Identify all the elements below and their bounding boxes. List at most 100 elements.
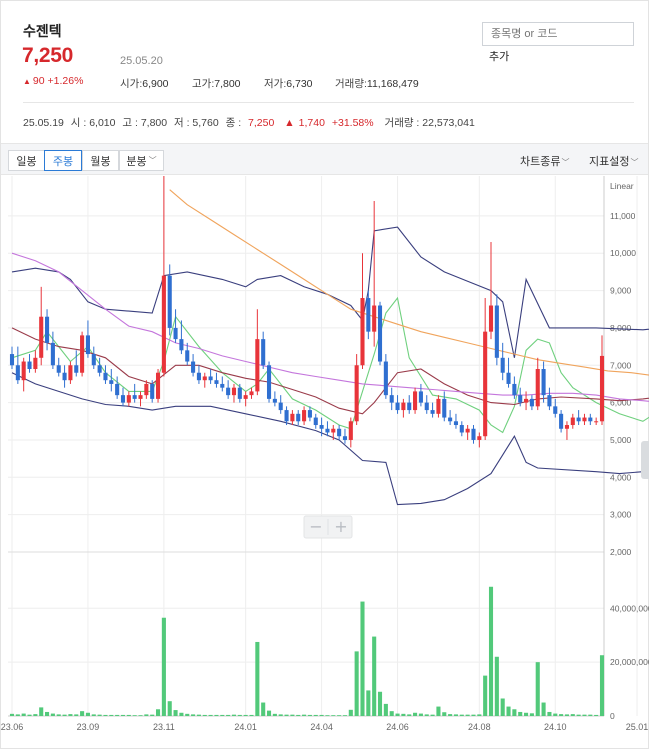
- candle-body: [325, 428, 330, 433]
- quote-date: 25.05.20: [120, 55, 163, 67]
- volume-bar: [325, 715, 330, 716]
- volume-bar: [582, 714, 587, 716]
- candle-body: [442, 398, 447, 418]
- candle-body: [535, 369, 540, 407]
- chevron-down-icon: ﹀: [630, 158, 639, 167]
- candle-body: [74, 365, 79, 373]
- candle-body: [220, 383, 225, 388]
- price-chart[interactable]: 23.06 23.09 23.11 24.01 24.04 24.06 24.08 24.10…: [0, 176, 649, 749]
- volume-bar: [138, 715, 143, 716]
- tab-weekly[interactable]: 주봉: [44, 150, 82, 171]
- candle-body: [91, 354, 96, 366]
- x-tick-label: 23.06: [1, 722, 24, 732]
- side-panel-handle[interactable]: [641, 441, 649, 479]
- tab-monthly[interactable]: 월봉: [82, 150, 119, 171]
- volume-bar: [436, 706, 441, 716]
- tab-daily[interactable]: 일봉: [8, 150, 45, 171]
- candle-body: [231, 387, 237, 396]
- candle-body: [319, 425, 324, 429]
- candle-body: [453, 421, 459, 426]
- volume-bar: [109, 714, 114, 716]
- candle-body: [313, 417, 318, 426]
- candle-body: [524, 398, 529, 403]
- candle-body: [401, 402, 406, 411]
- volume-bar: [103, 714, 108, 716]
- candle-body: [237, 387, 242, 399]
- tab-minute[interactable]: 분봉 ﹀: [119, 150, 164, 171]
- volume-bar: [541, 702, 546, 716]
- candle-body: [243, 395, 248, 399]
- candle-body: [68, 365, 73, 381]
- volume-bar: [430, 714, 435, 716]
- x-tick-label: 24.01: [234, 722, 257, 732]
- volume-bar: [132, 715, 137, 716]
- candle-body: [576, 417, 581, 422]
- price-tick-label: 9,000: [610, 286, 632, 296]
- overlay-line-bb_upper: [11, 226, 649, 358]
- stock-name: 수젠텍: [23, 23, 62, 39]
- candle-body: [582, 417, 587, 422]
- volume-bar: [448, 714, 453, 716]
- volume-bar: [261, 702, 266, 716]
- candle-body: [97, 365, 102, 373]
- candle-body: [483, 331, 488, 437]
- volume-bar: [15, 714, 20, 716]
- candle-body: [261, 339, 266, 366]
- candle-body: [366, 298, 371, 332]
- candle-body: [9, 354, 15, 366]
- candle-body: [413, 391, 418, 411]
- hover-candle-info: 25.05.19 시 : 6,010 고 : 7,800 저 : 5,760 종…: [23, 115, 479, 130]
- chart-type-menu[interactable]: 차트종류﹀: [520, 153, 569, 169]
- volume-bar: [570, 714, 575, 716]
- candle-body: [39, 316, 44, 358]
- current-price: 7,250: [22, 44, 74, 67]
- candle-body: [354, 365, 359, 422]
- volume-bar: [535, 662, 540, 716]
- x-tick-label: 24.06: [386, 722, 409, 732]
- candle-body: [226, 387, 231, 396]
- candle-body: [302, 410, 307, 422]
- candle-body: [249, 391, 254, 396]
- candle-body: [278, 402, 283, 411]
- candle-body: [418, 391, 423, 403]
- volume-bar: [354, 651, 359, 716]
- candle-body: [120, 395, 126, 403]
- zoom-out-icon[interactable]: −: [309, 517, 322, 536]
- stock-search-input[interactable]: [482, 22, 634, 46]
- candle-body: [500, 357, 505, 373]
- candle-body: [21, 361, 26, 381]
- x-tick-label: 24.10: [544, 722, 567, 732]
- volume-bar: [237, 714, 242, 716]
- candle-body: [185, 350, 190, 362]
- candle-body: [337, 428, 342, 437]
- candle-body: [389, 395, 394, 403]
- volume-bar: [319, 714, 324, 716]
- volume-bar: [173, 710, 178, 716]
- volume-bar: [155, 709, 161, 716]
- price-tick-label: 5,000: [610, 435, 632, 445]
- candle-body: [424, 402, 429, 411]
- candle-body: [594, 421, 599, 423]
- indicator-settings-menu[interactable]: 지표설정﹀: [589, 153, 638, 169]
- volume-bar: [191, 714, 196, 716]
- volume-bar: [179, 712, 184, 716]
- volume-bar: [401, 713, 406, 716]
- x-tick-label: 23.09: [77, 722, 100, 732]
- chart-toolbar: 일봉 주봉 월봉 분봉 ﹀ 차트종류﹀ 지표설정﹀: [1, 143, 648, 175]
- volume-bar: [33, 714, 38, 716]
- candle-body: [547, 395, 552, 407]
- volume-bar: [150, 714, 155, 716]
- volume-bar: [383, 703, 388, 716]
- volume-bar: [518, 711, 523, 716]
- candle-body: [161, 275, 166, 373]
- zoom-in-icon[interactable]: +: [334, 517, 347, 536]
- volume-bar: [120, 714, 126, 716]
- overlay-line-ma20: [11, 327, 649, 415]
- candle-body: [62, 372, 67, 381]
- volume-bar: [512, 709, 517, 716]
- volume-bar: [553, 713, 558, 716]
- candle-body: [56, 365, 61, 373]
- candle-body: [150, 383, 155, 399]
- volume-bar: [348, 709, 353, 716]
- add-button[interactable]: 추가: [489, 48, 509, 64]
